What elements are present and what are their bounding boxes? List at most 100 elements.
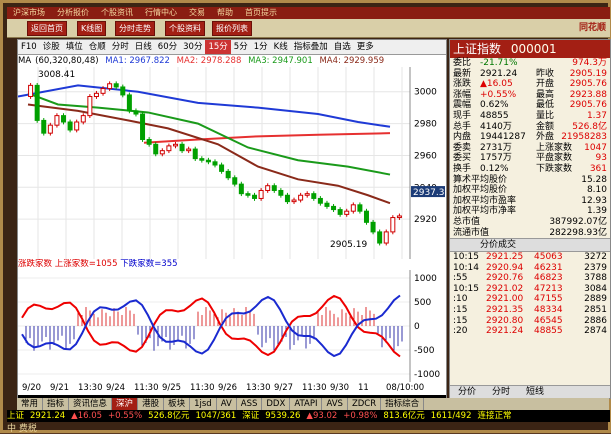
index-code: 000001 (510, 42, 557, 56)
quote-label-2: 外盘 (536, 132, 555, 143)
main-toolbar: 返回首页 K线图 分时走势 个股资料 报价列表 同花顺 (7, 19, 610, 38)
status-item-1: 2921.24 (30, 411, 66, 421)
quote-value: 1757万 (480, 153, 512, 164)
quote-label-2: 最低 (536, 100, 555, 111)
candle (61, 115, 67, 123)
bottom-tab-10[interactable]: ATAPI (290, 398, 323, 410)
quote-label-2: 开盘 (536, 79, 555, 90)
status-bar: 上证 2921.24 ▲16.05 +0.55% 526.8亿元 1047/361 深证 95… (7, 410, 610, 422)
bottom-tab-13[interactable]: 指标综合 (381, 398, 425, 410)
top-menu-item-1[interactable]: 分析报价 (57, 8, 89, 17)
toolbar-button-quote-list[interactable]: 报价列表 (212, 21, 252, 36)
tick-row[interactable]: :15 2921.35 48334 2851 (450, 305, 610, 316)
chart-tool-4[interactable]: 分时 (109, 40, 132, 54)
app-logo: 同花顺 (578, 23, 606, 33)
candle (107, 83, 113, 90)
tick-row[interactable]: 10:15 2921.25 45063 3272 (450, 252, 610, 263)
candle (159, 150, 165, 155)
bottom-tab-6[interactable]: 1jsd (190, 398, 217, 410)
top-menu-item-6[interactable]: 首页提示 (245, 8, 277, 17)
toolbar-button-kline[interactable]: K线图 (77, 21, 107, 36)
bottom-tab-3[interactable]: 深沪 (112, 398, 139, 410)
top-menu-item-3[interactable]: 行情中心 (145, 8, 177, 17)
chart-tool-5[interactable]: 日线 (132, 40, 155, 54)
status-item-2: ▲16.05 (71, 411, 103, 421)
quote-label: 现手 (453, 110, 472, 121)
chart-tool-2[interactable]: 填位 (63, 40, 86, 54)
quote-footer-tab-2[interactable]: 短线 (526, 387, 544, 397)
candle (344, 210, 350, 215)
indicator-name: 涨跌家数 (18, 259, 53, 269)
bottom-tab-4[interactable]: 港股 (138, 398, 165, 410)
candle (331, 205, 337, 211)
tick-row[interactable]: 10:15 2921.02 47213 3084 (450, 284, 610, 295)
status-item-12: 连接正常 (477, 411, 512, 421)
tick-row[interactable]: :15 2920.80 46545 2886 (450, 316, 610, 327)
bottom-tab-12[interactable]: ZDCR (348, 398, 382, 410)
tick-row[interactable]: :20 2921.24 48855 2874 (450, 326, 610, 337)
candle (146, 139, 152, 145)
quote-label: 总手 (453, 121, 472, 132)
top-menu-item-4[interactable]: 交易 (189, 8, 205, 17)
chart-tool-6[interactable]: 60分 (155, 40, 180, 54)
chart-tool-0[interactable]: F10 (18, 40, 40, 54)
candle (383, 231, 389, 244)
app-window: 沪深市场 分析报价 个股资讯 行情中心 交易 帮助 首页提示 返回首页 K线图 分时走势 个… (0, 0, 611, 434)
chart-tool-8[interactable]: 15分 (205, 40, 231, 54)
price-chart[interactable]: 300029802960294029203008.412905.192937.3… (18, 67, 446, 259)
chart-tool-13[interactable]: 自选 (331, 40, 354, 54)
toolbar-button-home[interactable]: 返回首页 (27, 21, 67, 36)
chart-tool-7[interactable]: 30分 (180, 40, 205, 54)
chart-bg (18, 67, 446, 259)
trade-tab[interactable]: 分价成交 (450, 238, 610, 253)
top-menu-item-5[interactable]: 帮助 (217, 8, 233, 17)
tick-row[interactable]: :55 2920.76 46823 3788 (450, 273, 610, 284)
chart-tool-1[interactable]: 诊股 (40, 40, 63, 54)
bottom-tab-5[interactable]: 板块 (164, 398, 191, 410)
bottom-tab-11[interactable]: AVS (322, 398, 348, 410)
bottom-tab-7[interactable]: AV (217, 398, 237, 410)
quote-stats: 算术平均股价 15.28 加权平均股价 8.10 加权平均市盈率 12.93 加权平均市净率… (450, 175, 610, 239)
quote-label-2: 平盘家数 (536, 153, 573, 164)
ma-params: (60,320,80,48) (35, 56, 99, 66)
time-tick-7: 9/26 (218, 383, 238, 393)
tick-row[interactable]: :10 2921.00 47155 2889 (450, 294, 610, 305)
quote-value: +0.55% (480, 89, 517, 100)
quote-row: 总手 4140万 金额 526.8亿 (450, 122, 610, 133)
chart-tool-9[interactable]: 5分 (231, 40, 251, 54)
indicator-chart[interactable]: 1000 500 0 -500 -1000 (18, 270, 446, 382)
bottom-tab-8[interactable]: ASS (237, 398, 263, 410)
stat-label: 加权平均股价 (453, 185, 508, 196)
stat-value: 8.10 (586, 185, 607, 196)
trade-tab-label[interactable]: 分价成交 (450, 240, 516, 250)
quote-row: 内盘 19441287 外盘 21958283 (450, 132, 610, 143)
bottom-tab-2[interactable]: 资讯信息 (69, 398, 113, 410)
quote-footer-tab-0[interactable]: 分价 (458, 387, 476, 397)
candle (225, 170, 231, 179)
top-menu-item-2[interactable]: 个股资讯 (101, 8, 133, 17)
quote-footer-tab-1[interactable]: 分时 (492, 387, 510, 397)
stat-value: 15.28 (581, 174, 607, 185)
tick-count: 2851 (584, 305, 607, 316)
time-tick-13: 08/10:00 (386, 383, 425, 393)
quote-row: 委卖 2731万 上涨家数 1047 (450, 143, 610, 154)
tick-row[interactable]: 10:14 2920.94 46231 2379 (450, 263, 610, 274)
chart-tool-3[interactable]: 仓顺 (86, 40, 109, 54)
toolbar-button-profile[interactable]: 个股资料 (165, 21, 205, 36)
bottom-tab-9[interactable]: DDX (262, 398, 291, 410)
tick-list[interactable]: 10:15 2921.25 45063 3272 10:14 2920.94 46231 23… (450, 252, 610, 337)
tick-price: 2921.25 (486, 252, 524, 263)
candle (172, 143, 178, 147)
chart-tool-11[interactable]: K线 (271, 40, 291, 54)
chart-tool-14[interactable]: 更多 (354, 40, 377, 54)
top-menu-item-0[interactable]: 沪深市场 (13, 8, 45, 17)
quote-label: 委卖 (453, 142, 472, 153)
bottom-tab-0[interactable]: 常用 (17, 398, 44, 410)
chart-tool-12[interactable]: 指标叠加 (291, 40, 331, 54)
time-tick-6: 11:30 (190, 383, 215, 393)
chart-tool-10[interactable]: 1分 (251, 40, 271, 54)
tick-count: 2886 (584, 315, 607, 326)
quote-label: 震幅 (453, 100, 472, 111)
toolbar-button-timeshare[interactable]: 分时走势 (115, 21, 155, 36)
bottom-tab-1[interactable]: 指标 (43, 398, 70, 410)
